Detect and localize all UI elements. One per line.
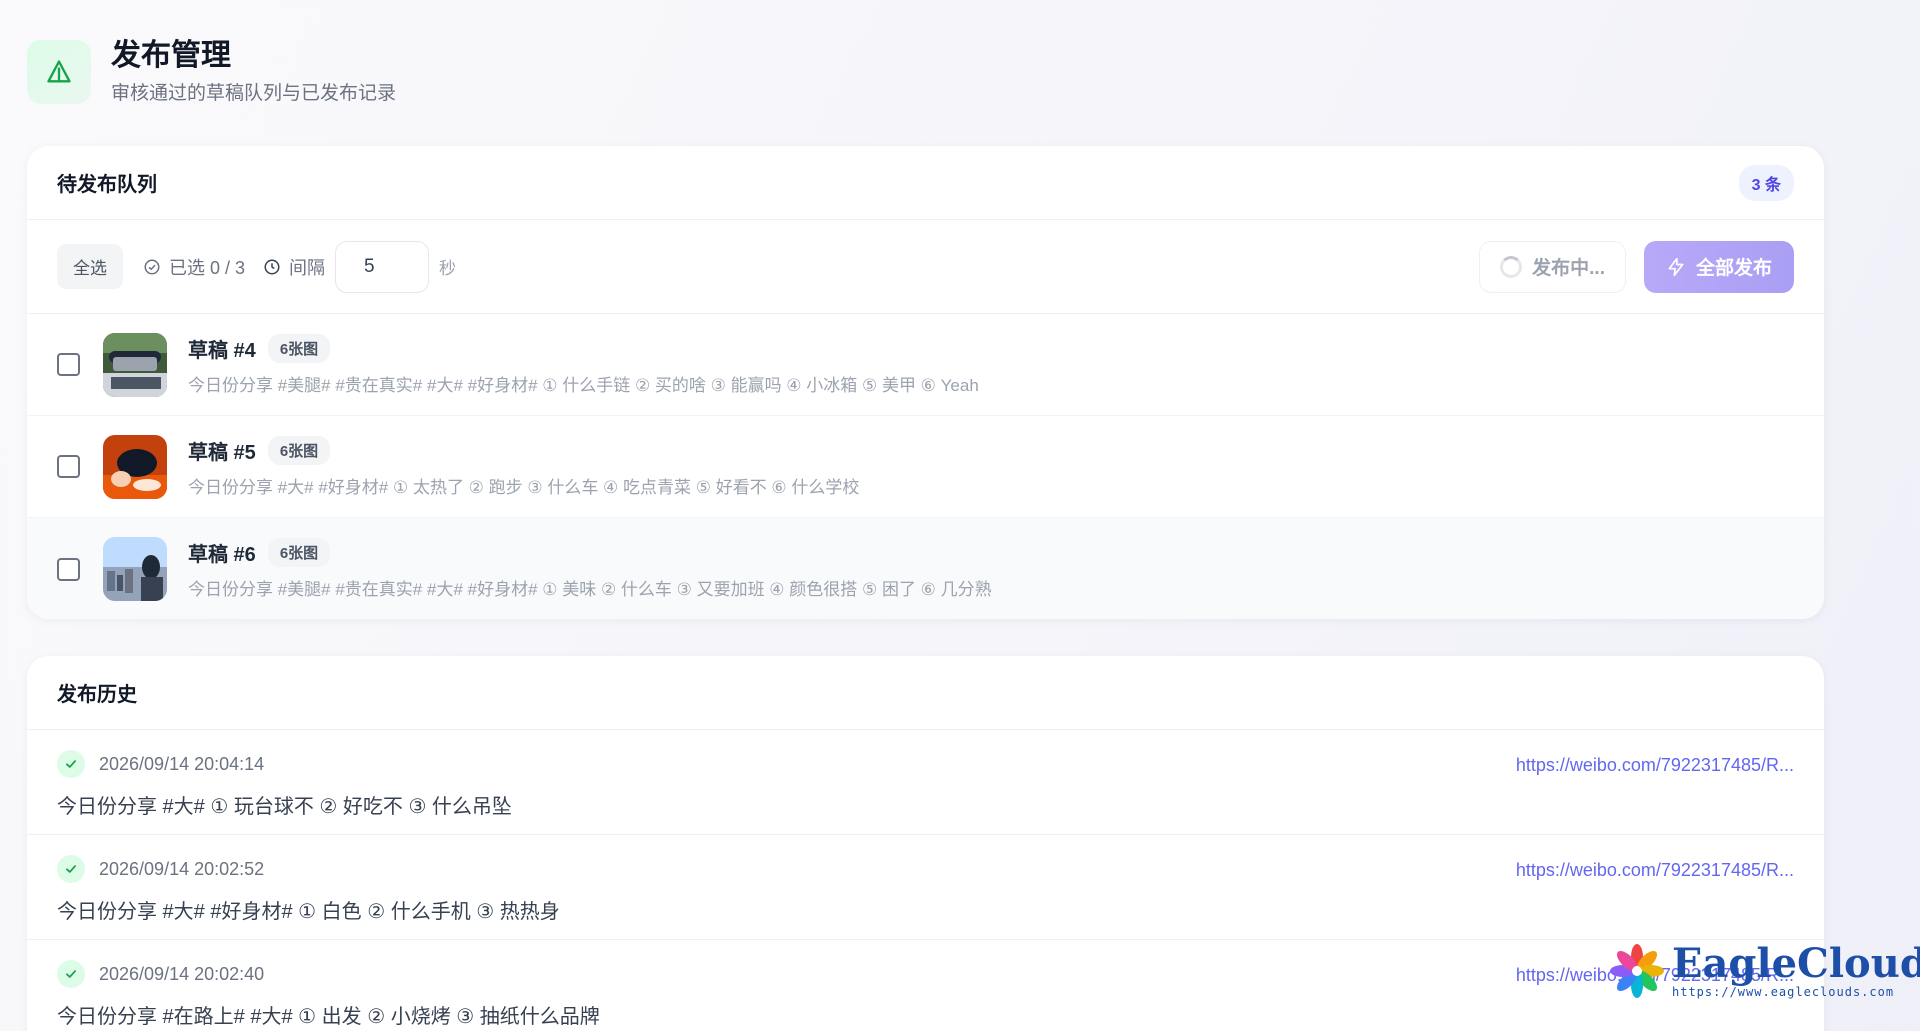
- draft-row[interactable]: 草稿 #6 6张图 今日份分享 #美腿# #贵在真实# #大# #好身材# ① …: [27, 518, 1824, 619]
- publish-all-button[interactable]: 全部发布: [1643, 240, 1794, 293]
- selected-count-text: 已选 0 / 3: [169, 257, 246, 278]
- publish-history-card: 发布历史 2026/09/14 20:04:14 https://weibo.c…: [27, 656, 1824, 1031]
- history-time: 2026/09/14 20:02:40: [99, 963, 265, 984]
- image-count-badge: 6张图: [267, 333, 331, 363]
- draft-row[interactable]: 草稿 #5 6张图 今日份分享 #大# #好身材# ① 太热了 ② 跑步 ③ 什…: [27, 416, 1824, 518]
- interval-setting: 间隔: [263, 254, 325, 280]
- history-title: 发布历史: [57, 684, 137, 706]
- history-item: 2026/09/14 20:02:40 https://weibo.com/79…: [27, 940, 1824, 1031]
- watermark-name: EagleClouds: [1672, 940, 1920, 987]
- history-text: 今日份分享 #大# #好身材# ① 白色 ② 什么手机 ③ 热热身: [57, 901, 560, 923]
- interval-unit: 秒: [439, 259, 457, 278]
- draft-description: 今日份分享 #美腿# #贵在真实# #大# #好身材# ① 美味 ② 什么车 ③…: [188, 580, 992, 599]
- draft-description: 今日份分享 #大# #好身材# ① 太热了 ② 跑步 ③ 什么车 ④ 吃点青菜 …: [188, 477, 860, 497]
- publish-queue-card: 待发布队列 3 条 全选 已选 0 / 3 间隔 秒 发布中... 全部发布: [27, 146, 1824, 619]
- pinwheel-logo-icon: [1610, 944, 1664, 998]
- spinner-icon: [1500, 255, 1523, 278]
- history-link[interactable]: https://weibo.com/7922317485/R...: [1516, 755, 1794, 776]
- check-circle-icon: [144, 259, 160, 274]
- clock-icon: [264, 259, 280, 274]
- watermark-url: https://www.eagleclouds.com: [1672, 985, 1895, 999]
- draft-description: 今日份分享 #美腿# #贵在真实# #大# #好身材# ① 什么手链 ② 买的啥…: [188, 375, 979, 395]
- history-time: 2026/09/14 20:04:14: [99, 753, 265, 774]
- draft-checkbox[interactable]: [57, 455, 80, 478]
- image-count-badge: 6张图: [267, 435, 331, 465]
- draft-thumbnail: [103, 434, 167, 499]
- history-link[interactable]: https://weibo.com/7922317485/R...: [1516, 860, 1794, 881]
- success-check-icon: [57, 750, 85, 778]
- draft-title: 草稿 #6: [188, 544, 256, 566]
- queue-toolbar: 全选 已选 0 / 3 间隔 秒 发布中... 全部发布: [27, 220, 1824, 314]
- page-title: 发布管理: [111, 39, 231, 72]
- interval-label: 间隔: [289, 257, 326, 278]
- success-check-icon: [57, 960, 85, 988]
- select-all-button[interactable]: 全选: [57, 244, 123, 289]
- selected-count: 已选 0 / 3: [143, 254, 245, 280]
- draft-row[interactable]: 草稿 #4 6张图 今日份分享 #美腿# #贵在真实# #大# #好身材# ① …: [27, 314, 1824, 416]
- history-item: 2026/09/14 20:04:14 https://weibo.com/79…: [27, 730, 1824, 835]
- page-subtitle: 审核通过的草稿队列与已发布记录: [111, 83, 397, 104]
- queue-count-badge: 3 条: [1738, 164, 1794, 201]
- draft-title: 草稿 #5: [188, 441, 256, 464]
- history-text: 今日份分享 #大# ① 玩台球不 ② 好吃不 ③ 什么吊坠: [57, 796, 512, 818]
- queue-title: 待发布队列: [57, 174, 157, 196]
- send-triangle-icon: [27, 39, 91, 104]
- image-count-badge: 6张图: [267, 538, 331, 567]
- publish-all-label: 全部发布: [1695, 258, 1772, 279]
- history-text: 今日份分享 #在路上# #大# ① 出发 ② 小烧烤 ③ 抽纸什么品牌: [57, 1006, 600, 1028]
- interval-input[interactable]: [335, 240, 430, 293]
- watermark: EagleClouds https://www.eagleclouds.com: [1608, 942, 1920, 1000]
- page-header: 发布管理 审核通过的草稿队列与已发布记录: [27, 38, 396, 105]
- history-time: 2026/09/14 20:02:52: [99, 858, 265, 879]
- draft-thumbnail: [103, 332, 167, 397]
- lightning-icon: [1668, 257, 1684, 276]
- draft-title: 草稿 #4: [188, 339, 256, 362]
- draft-checkbox[interactable]: [57, 353, 80, 376]
- history-item: 2026/09/14 20:02:52 https://weibo.com/79…: [27, 835, 1824, 940]
- draft-thumbnail: [103, 537, 167, 601]
- success-check-icon: [57, 855, 85, 883]
- publishing-label: 发布中...: [1532, 258, 1605, 279]
- publishing-button[interactable]: 发布中...: [1479, 240, 1626, 293]
- draft-checkbox[interactable]: [57, 557, 80, 581]
